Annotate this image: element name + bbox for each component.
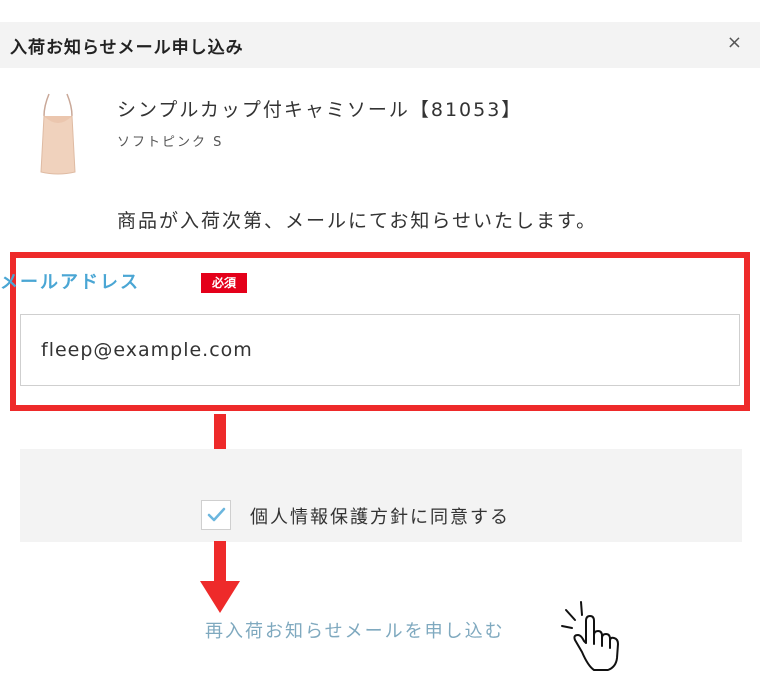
agreement-label: 個人情報保護方針に同意する <box>250 507 510 528</box>
submit-button[interactable]: 再入荷お知らせメールを申し込む <box>205 617 505 643</box>
product-image <box>30 92 86 178</box>
arrow-down-annotation-2 <box>200 541 240 613</box>
close-button[interactable]: × <box>727 31 742 55</box>
dialog-header: 入荷お知らせメール申し込み × <box>0 22 760 68</box>
agreement-checkbox[interactable] <box>201 500 231 530</box>
product-name: シンプルカップ付キャミソール【81053】 <box>117 99 523 121</box>
checkmark-icon <box>207 507 226 522</box>
email-input[interactable] <box>20 314 740 386</box>
email-label: メールアドレス <box>0 272 140 293</box>
required-badge: 必須 <box>201 273 247 293</box>
stock-notice-text: 商品が入荷次第、メールにてお知らせいたします。 <box>117 210 598 232</box>
product-variant: ソフトピンク S <box>117 135 224 150</box>
dialog-title: 入荷お知らせメール申し込み <box>10 38 244 58</box>
pointer-hand-icon <box>561 601 619 671</box>
